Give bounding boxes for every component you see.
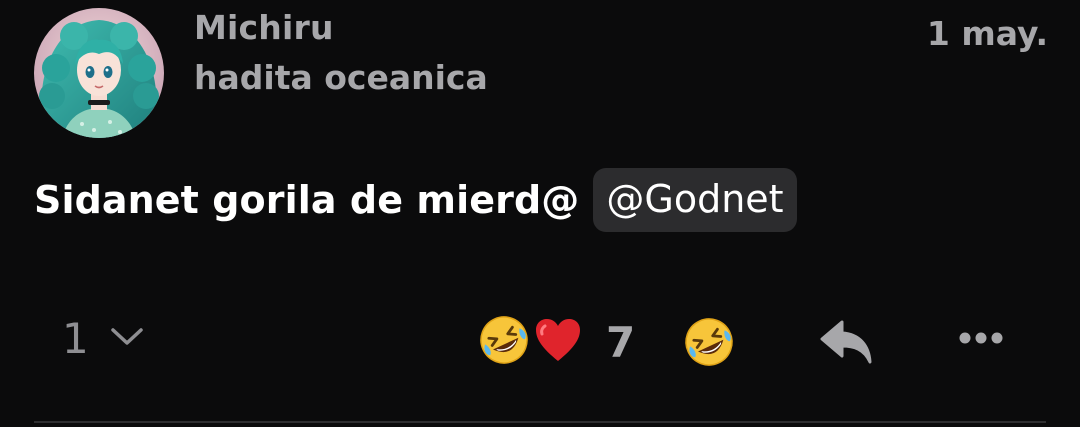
- rofl-emoji: [478, 314, 530, 370]
- reactions-summary[interactable]: 7: [478, 314, 635, 370]
- message-post: Michiru hadita oceanica 1 may. Sidanet g…: [0, 0, 1080, 427]
- reply-button[interactable]: [818, 318, 876, 370]
- reply-arrow-icon: [818, 320, 876, 370]
- more-options-button[interactable]: [958, 330, 1004, 350]
- message-body: Sidanet gorila de mierd@ @Godnet: [34, 168, 797, 232]
- timestamp: 1 may.: [926, 14, 1048, 53]
- add-reaction-button[interactable]: [683, 316, 735, 372]
- reply-count: 1: [62, 314, 89, 363]
- author-name[interactable]: Michiru: [194, 8, 334, 47]
- message-text: Sidanet gorila de mierd@: [34, 178, 580, 222]
- reply-count-toggle[interactable]: 1: [62, 314, 145, 363]
- avatar[interactable]: [34, 8, 164, 138]
- rofl-emoji: [683, 318, 735, 372]
- chevron-down-icon: [109, 326, 145, 352]
- more-dots-icon: [958, 331, 1004, 350]
- divider: [34, 421, 1046, 423]
- mention-chip[interactable]: @Godnet: [593, 168, 797, 232]
- red-heart-emoji: [534, 317, 582, 367]
- reaction-count: 7: [606, 317, 636, 367]
- author-handle: hadita oceanica: [194, 58, 488, 97]
- avatar-image: [34, 8, 164, 138]
